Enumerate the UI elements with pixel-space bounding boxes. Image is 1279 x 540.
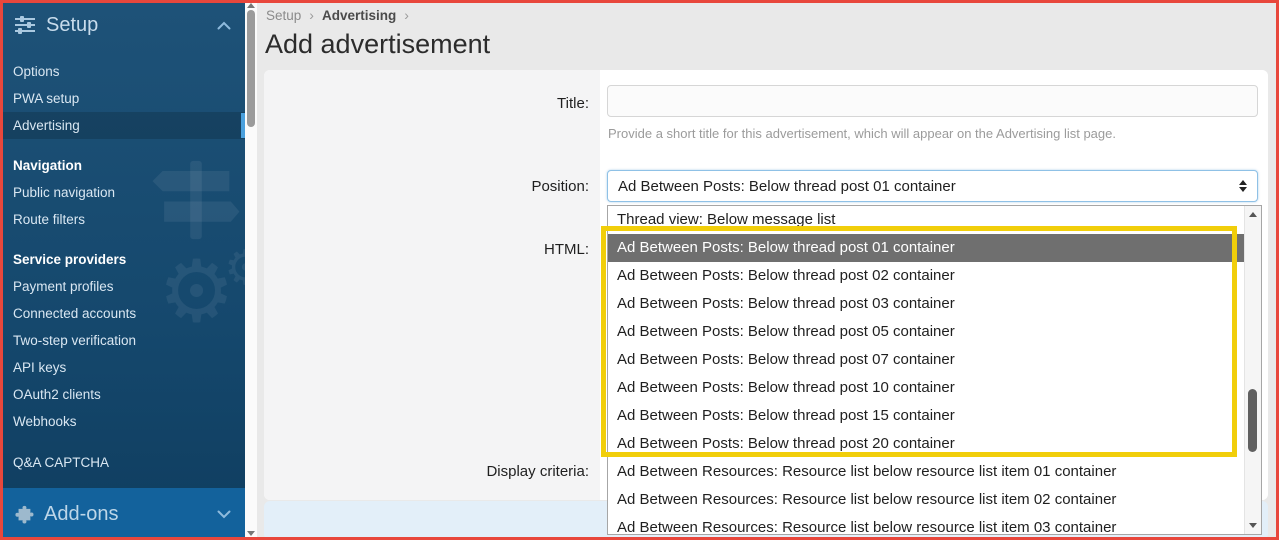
sidebar-nav-item[interactable]: Service providers <box>0 246 245 273</box>
dropdown-option[interactable]: Ad Between Posts: Below thread post 01 c… <box>608 234 1244 262</box>
dropdown-option[interactable]: Ad Between Posts: Below thread post 03 c… <box>608 290 1244 318</box>
admin-screen: Setup ⚙ ⚙ Options PWA setup Advertising <box>0 0 1279 540</box>
breadcrumb-item[interactable]: Advertising <box>322 8 396 23</box>
dropdown-option[interactable]: Ad Between Posts: Below thread post 05 c… <box>608 318 1244 346</box>
breadcrumb-separator: › <box>404 7 409 23</box>
position-label: Position: <box>264 157 600 207</box>
scrollbar-thumb[interactable] <box>1248 389 1257 452</box>
sidebar-nav-item[interactable]: Payment profiles <box>0 273 245 300</box>
updown-arrows-icon <box>1239 180 1247 192</box>
sidebar-nav-item[interactable]: Q&A CAPTCHA <box>0 449 245 476</box>
form-row-title: Title: Provide a short title for this ad… <box>264 70 1268 157</box>
position-select-value: Ad Between Posts: Below thread post 01 c… <box>618 178 1239 195</box>
sidebar-nav-item[interactable]: Advertising <box>0 112 245 139</box>
sidebar-addons-bar[interactable]: Add-ons <box>0 488 245 540</box>
position-field-cell: Ad Between Posts: Below thread post 01 c… <box>600 157 1268 207</box>
display-criteria-label: Display criteria: <box>264 457 600 500</box>
dropdown-scrollbar[interactable] <box>1244 206 1261 534</box>
scroll-down-arrow-icon[interactable] <box>247 531 255 536</box>
sidebar-nav-item[interactable]: Navigation <box>0 152 245 179</box>
sidebar-nav-item[interactable]: Webhooks <box>0 408 245 435</box>
html-label: HTML: <box>264 207 600 457</box>
position-dropdown-list: Thread view: Below message list Ad Betwe… <box>607 205 1262 535</box>
scroll-up-arrow-icon[interactable] <box>247 3 255 8</box>
dropdown-option[interactable]: Ad Between Posts: Below thread post 02 c… <box>608 262 1244 290</box>
sidebar: Setup ⚙ ⚙ Options PWA setup Advertising <box>0 0 245 540</box>
sidebar-scrollbar[interactable] <box>245 0 257 540</box>
sidebar-title: Setup <box>46 14 98 37</box>
puzzle-icon <box>14 504 34 524</box>
dropdown-option[interactable]: Thread view: Below message list <box>608 206 1244 234</box>
sliders-icon <box>14 15 36 35</box>
addons-label: Add-ons <box>44 503 119 526</box>
breadcrumb-item[interactable]: Setup <box>266 8 301 23</box>
breadcrumb-separator: › <box>309 7 314 23</box>
sidebar-nav: Options PWA setup Advertising Navigation… <box>0 50 245 476</box>
sidebar-nav-item[interactable]: Route filters <box>0 206 245 233</box>
sidebar-nav-item[interactable]: Options <box>0 58 245 85</box>
sidebar-header-setup[interactable]: Setup <box>0 0 245 50</box>
dropdown-option[interactable]: Ad Between Posts: Below thread post 15 c… <box>608 402 1244 430</box>
dropdown-option[interactable]: Ad Between Resources: Resource list belo… <box>608 514 1244 534</box>
title-hint: Provide a short title for this advertise… <box>608 126 1268 141</box>
main-content: Setup › Advertising › Add advertisement … <box>257 0 1279 540</box>
sidebar-nav-item[interactable]: Two-step verification <box>0 327 245 354</box>
dropdown-options: Thread view: Below message list Ad Betwe… <box>608 206 1244 534</box>
sidebar-nav-item[interactable]: Public navigation <box>0 179 245 206</box>
form-row-position: Position: Ad Between Posts: Below thread… <box>264 157 1268 207</box>
dropdown-option[interactable]: Ad Between Posts: Below thread post 10 c… <box>608 374 1244 402</box>
chevron-up-icon[interactable] <box>217 21 231 30</box>
sidebar-nav-item[interactable]: API keys <box>0 354 245 381</box>
scroll-up-arrow-icon[interactable] <box>1249 212 1257 217</box>
title-input[interactable] <box>607 85 1258 117</box>
position-select[interactable]: Ad Between Posts: Below thread post 01 c… <box>607 170 1258 202</box>
page-title: Add advertisement <box>265 29 490 60</box>
breadcrumb: Setup › Advertising › <box>266 7 417 23</box>
title-label: Title: <box>264 70 600 157</box>
dropdown-option[interactable]: Ad Between Posts: Below thread post 07 c… <box>608 346 1244 374</box>
dropdown-option[interactable]: Ad Between Posts: Below thread post 20 c… <box>608 430 1244 458</box>
sidebar-nav-item[interactable]: OAuth2 clients <box>0 381 245 408</box>
dropdown-option[interactable]: Ad Between Resources: Resource list belo… <box>608 458 1244 486</box>
sidebar-nav-item[interactable]: PWA setup <box>0 85 245 112</box>
scrollbar-thumb[interactable] <box>247 10 255 127</box>
chevron-down-icon[interactable] <box>217 510 231 519</box>
scroll-down-arrow-icon[interactable] <box>1249 523 1257 528</box>
title-field-cell: Provide a short title for this advertise… <box>600 70 1268 157</box>
sidebar-nav-item[interactable]: Connected accounts <box>0 300 245 327</box>
dropdown-option[interactable]: Ad Between Resources: Resource list belo… <box>608 486 1244 514</box>
